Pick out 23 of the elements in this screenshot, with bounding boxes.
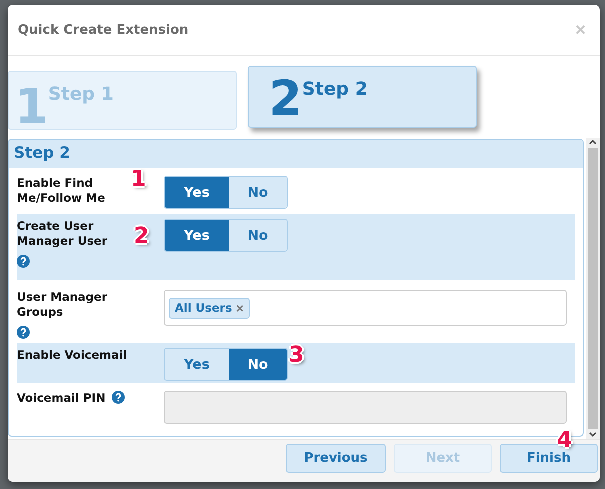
section-title: Step 2: [9, 140, 583, 168]
remove-tag-button[interactable]: ×: [236, 300, 244, 316]
callout-number: 2: [134, 224, 150, 249]
callout-number: 1: [131, 167, 146, 192]
scroll-up-icon[interactable]: [588, 138, 598, 146]
groups-field[interactable]: All Users ×: [164, 290, 567, 326]
toggle-option[interactable]: No: [229, 177, 287, 208]
dialog-title: Quick Create Extension: [18, 22, 189, 38]
toggle-option[interactable]: Yes: [165, 220, 229, 251]
field-label: Enable Voicemail: [17, 348, 128, 363]
tag-label: All Users: [175, 301, 232, 315]
field-label: Create User Manager User: [17, 219, 109, 249]
help-icon[interactable]: [17, 326, 30, 339]
field-label: Voicemail PIN: [17, 391, 106, 406]
toggle-option[interactable]: Yes: [165, 177, 229, 208]
scroll-down-icon[interactable]: [588, 431, 598, 439]
callout-number: 3: [289, 343, 304, 368]
wizard-button[interactable]: Previous: [286, 444, 386, 473]
scrollbar[interactable]: [586, 138, 600, 439]
field-label: User Manager Groups: [17, 290, 109, 320]
toggle-option[interactable]: No: [229, 349, 287, 380]
help-icon[interactable]: [17, 255, 30, 268]
field-label: Enable Find Me/Follow Me: [17, 176, 106, 206]
